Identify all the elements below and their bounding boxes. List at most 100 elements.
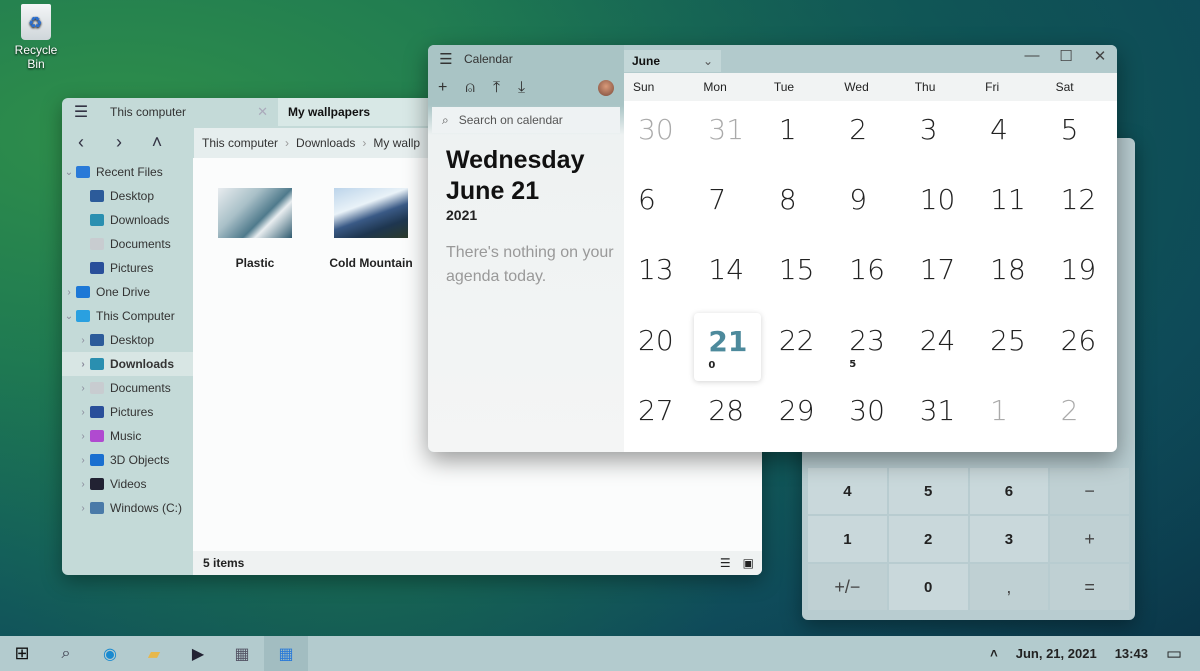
day-cell[interactable]: 13 [624, 241, 694, 311]
download-icon[interactable]: ⤓ [518, 79, 525, 97]
day-cell[interactable]: 20 [624, 312, 694, 382]
close-button[interactable]: ✕ [1083, 47, 1117, 65]
calc-key[interactable]: + [1050, 516, 1129, 562]
notification-icon[interactable]: ⍝ [465, 79, 475, 97]
day-cell-today[interactable]: 21 0 [694, 312, 761, 381]
taskbar-time[interactable]: 13:43 [1115, 646, 1148, 661]
chevron-right-icon[interactable]: › [76, 479, 90, 490]
day-cell[interactable]: 24 [906, 312, 976, 382]
start-icon[interactable]: ⊞ [0, 636, 44, 671]
chevron-down-icon[interactable]: ⌄ [62, 311, 76, 322]
sidebar-item[interactable]: Downloads [62, 208, 193, 232]
day-cell[interactable]: 30 [835, 382, 905, 452]
minimize-button[interactable]: — [1015, 47, 1049, 65]
sidebar-item[interactable]: › 3D Objects [62, 448, 193, 472]
sidebar-item[interactable]: › One Drive [62, 280, 193, 304]
sidebar-item[interactable]: › Pictures [62, 400, 193, 424]
file-item[interactable]: Plastic [217, 188, 293, 270]
add-event-icon[interactable]: + [438, 79, 447, 97]
chevron-right-icon[interactable]: › [62, 287, 76, 298]
calc-key[interactable]: 2 [888, 516, 968, 562]
day-cell[interactable]: 9 [835, 171, 905, 241]
avatar[interactable] [598, 80, 614, 96]
chevron-right-icon[interactable]: › [76, 407, 90, 418]
day-cell[interactable]: 27 [624, 382, 694, 452]
sidebar-item[interactable]: › Music [62, 424, 193, 448]
day-cell[interactable]: 2 [835, 101, 905, 171]
sidebar-item[interactable]: › Videos [62, 472, 193, 496]
calendar-icon[interactable]: ▦ [264, 636, 308, 671]
day-cell[interactable]: 22 [765, 312, 835, 382]
menu-icon[interactable]: ☰ [62, 102, 100, 122]
day-cell[interactable]: 30 [624, 101, 694, 171]
calc-key[interactable]: 5 [888, 468, 968, 514]
day-cell[interactable]: 14 [694, 241, 764, 311]
breadcrumb-item[interactable]: My wallp [373, 136, 420, 150]
recycle-bin[interactable]: Recycle Bin [6, 4, 66, 71]
forward-button[interactable]: › [100, 132, 138, 153]
maximize-button[interactable]: ☐ [1049, 47, 1083, 65]
sidebar-item[interactable]: Documents [62, 232, 193, 256]
search-icon[interactable]: ⌕ [44, 636, 88, 671]
chevron-down-icon[interactable]: ⌄ [62, 167, 76, 178]
calc-key[interactable]: +/− [808, 564, 887, 610]
notification-center-icon[interactable]: ▭ [1166, 644, 1182, 664]
breadcrumb-item[interactable]: Downloads [296, 136, 355, 150]
sidebar-item[interactable]: › Desktop [62, 328, 193, 352]
sidebar-item[interactable]: Desktop [62, 184, 193, 208]
menu-icon[interactable]: ☰ [428, 50, 464, 68]
upload-icon[interactable]: ⤒ [493, 79, 500, 97]
chevron-right-icon[interactable]: › [76, 335, 90, 346]
day-cell[interactable]: 29 [765, 382, 835, 452]
day-cell[interactable]: 10 [906, 171, 976, 241]
day-cell[interactable]: 15 [765, 241, 835, 311]
taskbar-date[interactable]: Jun, 21, 2021 [1016, 646, 1097, 661]
calc-key[interactable]: 1 [808, 516, 887, 562]
file-item[interactable]: Cold Mountain [325, 188, 417, 270]
sidebar-item[interactable]: ⌄ This Computer [62, 304, 193, 328]
calc-key[interactable]: , [969, 564, 1049, 610]
calc-key[interactable]: 0 [888, 564, 968, 610]
tab-this-computer[interactable]: This computer ✕ [100, 98, 278, 126]
media-player-icon[interactable]: ▶ [176, 636, 220, 671]
month-dropdown[interactable]: June ⌄ [624, 50, 721, 72]
file-explorer-icon[interactable]: ▰ [132, 636, 176, 671]
back-button[interactable]: ‹ [62, 132, 100, 153]
day-cell[interactable]: 11 [976, 171, 1046, 241]
calculator-icon[interactable]: ▦ [220, 636, 264, 671]
chevron-right-icon[interactable]: › [76, 503, 90, 514]
calc-key[interactable]: 6 [969, 468, 1049, 514]
chevron-right-icon[interactable]: › [76, 431, 90, 442]
day-cell[interactable]: 28 [694, 382, 764, 452]
day-cell[interactable]: 7 [694, 171, 764, 241]
day-cell[interactable]: 5 [1047, 101, 1117, 171]
day-cell[interactable]: 26 [1047, 312, 1117, 382]
breadcrumb-item[interactable]: This computer [202, 136, 278, 150]
day-cell[interactable]: 1 [765, 101, 835, 171]
chevron-right-icon[interactable]: › [76, 455, 90, 466]
day-cell[interactable]: 16 [835, 241, 905, 311]
day-cell[interactable]: 8 [765, 171, 835, 241]
sidebar-item[interactable]: › Windows (C:) [62, 496, 193, 520]
day-cell[interactable]: 1 [976, 382, 1046, 452]
thumbnail-view-icon[interactable]: ▣ [743, 556, 754, 570]
sidebar-item[interactable]: Pictures [62, 256, 193, 280]
chevron-right-icon[interactable]: › [76, 359, 90, 370]
day-cell[interactable]: 23 5 [835, 312, 905, 382]
sidebar-item[interactable]: › Downloads [62, 352, 193, 376]
search-input[interactable]: ⌕ Search on calendar [432, 107, 620, 133]
day-cell[interactable]: 31 [694, 101, 764, 171]
calc-key[interactable]: 4 [808, 468, 887, 514]
close-tab-icon[interactable]: ✕ [257, 104, 268, 120]
day-cell[interactable]: 19 [1047, 241, 1117, 311]
day-cell[interactable]: 4 [976, 101, 1046, 171]
calc-key[interactable]: 3 [969, 516, 1049, 562]
day-cell[interactable]: 6 [624, 171, 694, 241]
up-button[interactable]: ˄ [138, 132, 176, 153]
edge-icon[interactable]: ◉ [88, 636, 132, 671]
day-cell[interactable]: 12 [1047, 171, 1117, 241]
details-view-icon[interactable]: ☰ [720, 556, 731, 570]
day-cell[interactable]: 17 [906, 241, 976, 311]
day-cell[interactable]: 2 [1047, 382, 1117, 452]
show-hidden-icons[interactable]: ˄ [990, 646, 998, 661]
